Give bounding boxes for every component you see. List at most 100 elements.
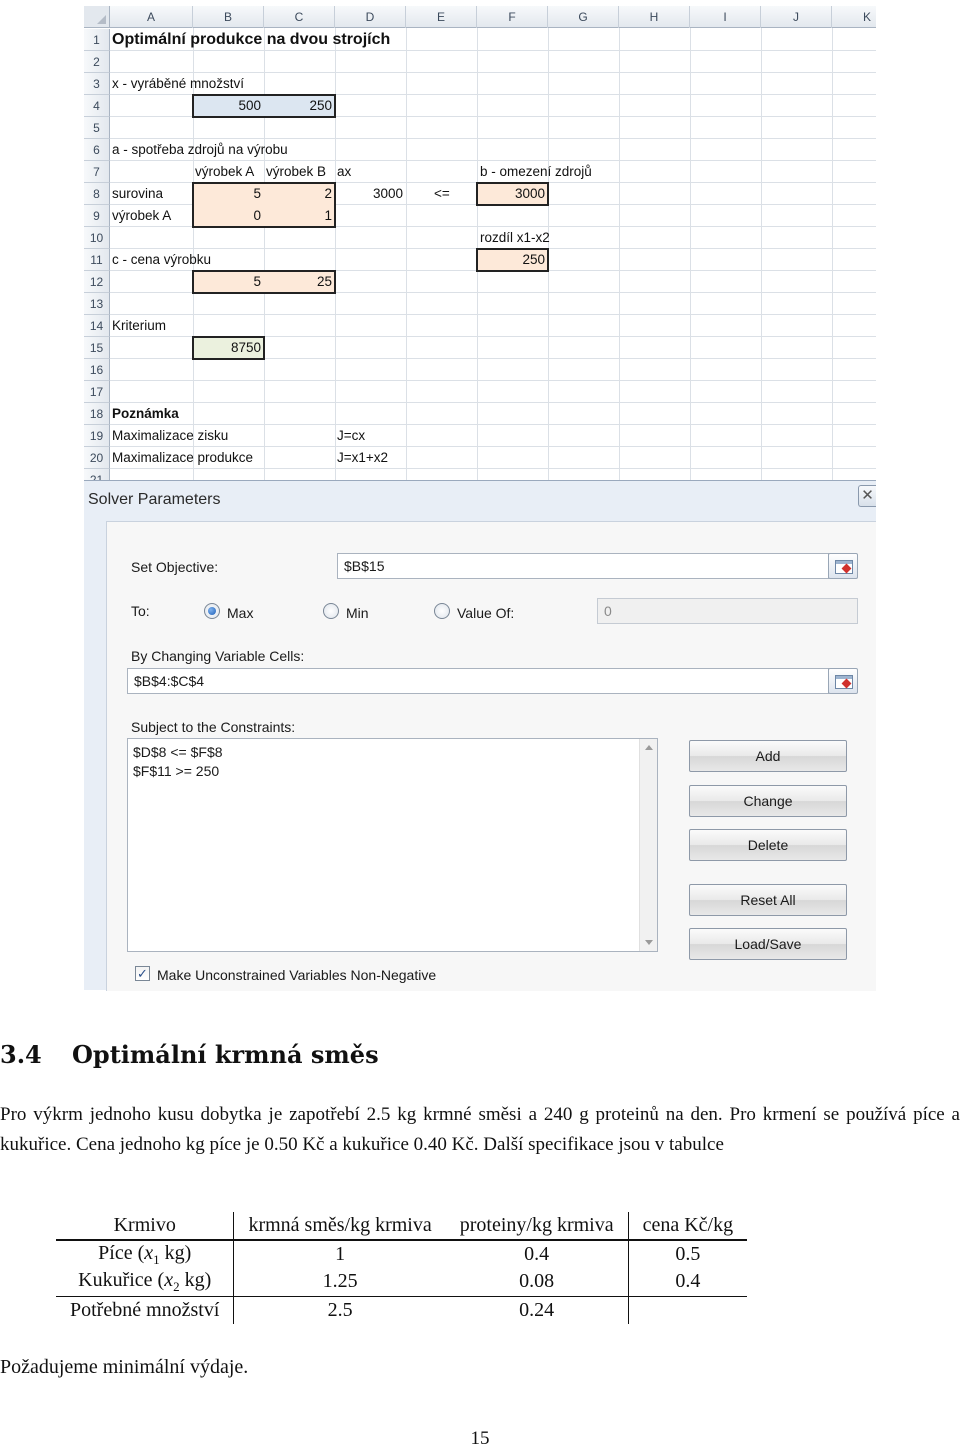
- row-header[interactable]: 3: [84, 73, 110, 95]
- col-header-b[interactable]: B: [193, 6, 264, 28]
- row-header[interactable]: 6: [84, 139, 110, 161]
- set-objective-label: Set Objective:: [131, 559, 219, 575]
- row-header[interactable]: 1: [84, 29, 110, 51]
- row-header[interactable]: 9: [84, 205, 110, 227]
- b-label[interactable]: b - omezení zdrojů: [480, 161, 592, 183]
- changing-cells-input[interactable]: $B$4:$C$4: [127, 668, 829, 694]
- row8-label[interactable]: surovina: [112, 183, 163, 205]
- value-of-input[interactable]: 0: [597, 598, 858, 624]
- col-header-c[interactable]: C: [264, 6, 335, 28]
- a-col-d-header[interactable]: ax: [337, 161, 351, 183]
- row8-b[interactable]: 5: [193, 183, 264, 205]
- reset-all-button[interactable]: Reset All: [689, 884, 847, 916]
- row-header[interactable]: 11: [84, 249, 110, 271]
- col-header-j[interactable]: J: [761, 6, 832, 28]
- note-label[interactable]: Poznámka: [112, 403, 179, 425]
- c1-value[interactable]: 5: [193, 271, 264, 293]
- scroll-down-icon[interactable]: [645, 940, 653, 945]
- range-select-icon[interactable]: [828, 668, 858, 694]
- row9-label[interactable]: výrobek A: [112, 205, 171, 227]
- row-header[interactable]: 5: [84, 117, 110, 139]
- constraints-scrollbar[interactable]: [639, 739, 657, 951]
- add-button[interactable]: Add: [689, 740, 847, 772]
- gridline: [406, 28, 407, 480]
- a-col-b-header[interactable]: výrobek A: [195, 161, 254, 183]
- note2-text[interactable]: Maximalizace produkce: [112, 447, 253, 469]
- constraint-item[interactable]: $F$11 >= 250: [133, 762, 219, 780]
- row9-c[interactable]: 1: [264, 205, 335, 227]
- max-radio[interactable]: [204, 603, 220, 619]
- row-header[interactable]: 8: [84, 183, 110, 205]
- row-header[interactable]: 12: [84, 271, 110, 293]
- row-header[interactable]: 20: [84, 447, 110, 469]
- col-header-d[interactable]: D: [335, 6, 406, 28]
- col-header-i[interactable]: I: [690, 6, 761, 28]
- col-header-a[interactable]: A: [110, 6, 193, 28]
- row-header[interactable]: 17: [84, 381, 110, 403]
- diff-label[interactable]: rozdíl x1-x2: [480, 227, 550, 249]
- value-of-radio[interactable]: [434, 603, 450, 619]
- x-label[interactable]: x - vyráběné množství: [112, 73, 244, 95]
- changing-cells-label: By Changing Variable Cells:: [131, 648, 305, 664]
- table-row: Potřebné množství 2.5 0.24: [56, 1295, 748, 1324]
- value-of-label[interactable]: Value Of:: [457, 605, 514, 621]
- row9-b[interactable]: 0: [193, 205, 264, 227]
- c2-value[interactable]: 25: [264, 271, 335, 293]
- nonnegative-label[interactable]: Make Unconstrained Variables Non-Negativ…: [157, 967, 436, 983]
- row-header[interactable]: 10: [84, 227, 110, 249]
- row-header[interactable]: 18: [84, 403, 110, 425]
- constraint-item[interactable]: $D$8 <= $F$8: [133, 743, 223, 761]
- row8-ax[interactable]: 3000: [335, 183, 406, 205]
- min-label[interactable]: Min: [346, 605, 369, 621]
- a-col-c-header[interactable]: výrobek B: [266, 161, 326, 183]
- x1-value[interactable]: 500: [193, 95, 264, 117]
- note2-formula[interactable]: J=x1+x2: [337, 447, 388, 469]
- criterion-label[interactable]: Kriterium: [112, 315, 166, 337]
- col-header-e[interactable]: E: [406, 6, 477, 28]
- row-header[interactable]: 19: [84, 425, 110, 447]
- row-header[interactable]: 2: [84, 51, 110, 73]
- a-label[interactable]: a - spotřeba zdrojů na výrobu: [112, 139, 288, 161]
- table-cell: 1: [335, 1243, 346, 1265]
- table-cell: 0.5: [627, 1240, 748, 1268]
- table-header: Krmivo: [56, 1212, 235, 1241]
- note1-formula[interactable]: J=cx: [337, 425, 365, 447]
- row-header[interactable]: 14: [84, 315, 110, 337]
- change-button[interactable]: Change: [689, 785, 847, 817]
- row8-c[interactable]: 2: [264, 183, 335, 205]
- row8-limit[interactable]: 3000: [477, 183, 548, 205]
- sheet-title[interactable]: Optimální produkce na dvou strojích: [112, 29, 390, 51]
- diff-value[interactable]: 250: [477, 249, 548, 271]
- col-header-g[interactable]: G: [548, 6, 619, 28]
- scroll-up-icon[interactable]: [645, 745, 653, 750]
- col-header-h[interactable]: H: [619, 6, 690, 28]
- row-header[interactable]: 16: [84, 359, 110, 381]
- x2-value[interactable]: 250: [264, 95, 335, 117]
- row-header[interactable]: 7: [84, 161, 110, 183]
- gridline: [335, 28, 336, 480]
- max-label[interactable]: Max: [227, 605, 253, 621]
- select-all-corner[interactable]: [84, 6, 110, 28]
- row-header[interactable]: 4: [84, 95, 110, 117]
- close-icon[interactable]: ✕: [858, 485, 876, 507]
- note1-text[interactable]: Maximalizace zisku: [112, 425, 228, 447]
- delete-button[interactable]: Delete: [689, 829, 847, 861]
- set-objective-input[interactable]: $B$15: [337, 553, 829, 579]
- row-header[interactable]: 21: [84, 469, 110, 480]
- min-radio[interactable]: [323, 603, 339, 619]
- gridline: [619, 28, 620, 480]
- row-name: Potřebné množství: [56, 1295, 235, 1324]
- c-label[interactable]: c - cena výrobku: [112, 249, 211, 271]
- row8-operator[interactable]: <=: [434, 183, 450, 205]
- criterion-value[interactable]: 8750: [193, 337, 264, 359]
- nonnegative-checkbox[interactable]: ✓: [135, 966, 150, 981]
- row-header[interactable]: 13: [84, 293, 110, 315]
- table-row: Kukuřice (x2 kg) 1.25 0.08 0.4: [56, 1268, 748, 1296]
- col-header-f[interactable]: F: [477, 6, 548, 28]
- load-save-button[interactable]: Load/Save: [689, 928, 847, 960]
- col-header-k[interactable]: K: [832, 6, 876, 28]
- constraints-list[interactable]: $D$8 <= $F$8 $F$11 >= 250: [127, 738, 658, 952]
- range-select-icon[interactable]: [828, 553, 858, 579]
- row-header[interactable]: 15: [84, 337, 110, 359]
- table-cell: 0.24: [445, 1295, 629, 1324]
